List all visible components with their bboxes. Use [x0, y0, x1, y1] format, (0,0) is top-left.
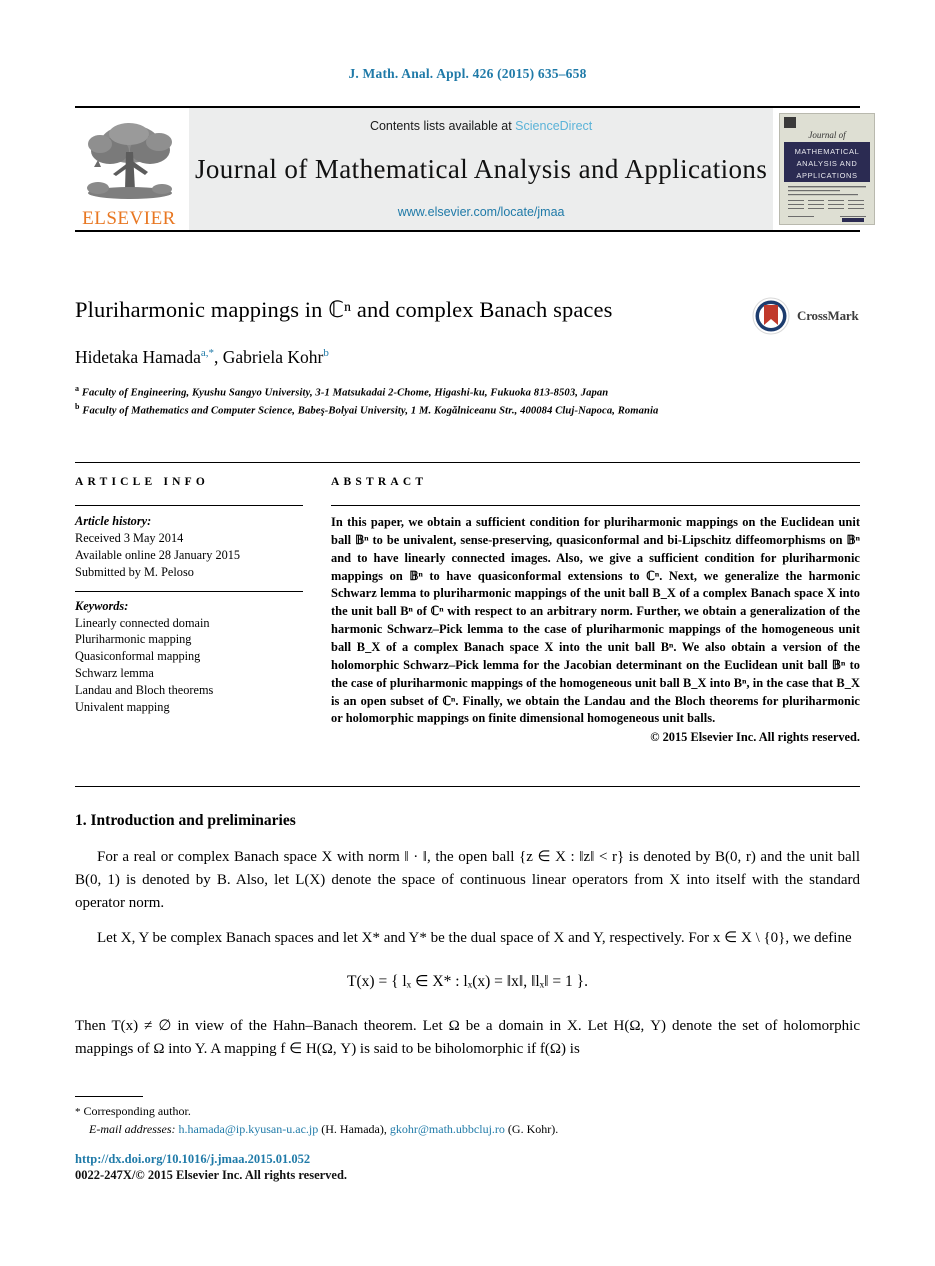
- divider: [75, 590, 303, 592]
- abstract-column: ABSTRACT In this paper, we obtain a suff…: [331, 476, 860, 745]
- contents-available-line: Contents lists available at ScienceDirec…: [370, 119, 592, 133]
- corresponding-author-text: Corresponding author.: [83, 1104, 191, 1118]
- title-block: Pluriharmonic mappings in ℂⁿ and complex…: [75, 296, 860, 419]
- asterisk-icon: *: [75, 1106, 81, 1118]
- paper-title: Pluriharmonic mappings in ℂⁿ and complex…: [75, 297, 613, 322]
- journal-masthead: ELSEVIER Contents lists available at Sci…: [75, 106, 876, 232]
- affiliation-text: Faculty of Mathematics and Computer Scie…: [82, 405, 659, 417]
- abstract-heading: ABSTRACT: [331, 476, 428, 488]
- svg-text:Journal of: Journal of: [809, 130, 848, 140]
- svg-text:ANALYSIS AND: ANALYSIS AND: [797, 159, 858, 168]
- corresponding-author-note: * Corresponding author.: [75, 1103, 860, 1121]
- author-separator: ,: [213, 347, 223, 368]
- keywords-block: Keywords: Linearly connected domain Plur…: [75, 599, 303, 716]
- issn-copyright-line: 0022-247X/© 2015 Elsevier Inc. All right…: [75, 1168, 348, 1182]
- affiliation-item: a Faculty of Engineering, Kyushu Sangyo …: [75, 383, 860, 401]
- author-affiliation-mark[interactable]: b: [323, 347, 329, 359]
- email-note: E-mail addresses: h.hamada@ip.kyusan-u.a…: [75, 1121, 860, 1138]
- info-abstract-bottom-divider: [75, 786, 860, 787]
- sciencedirect-link[interactable]: ScienceDirect: [515, 119, 592, 133]
- abstract-copyright: © 2015 Elsevier Inc. All rights reserved…: [650, 730, 860, 745]
- svg-text:APPLICATIONS: APPLICATIONS: [797, 171, 858, 180]
- author-name: Gabriela Kohr: [222, 347, 324, 368]
- keyword-item: Linearly connected domain: [75, 615, 210, 630]
- journal-cover-thumbnail[interactable]: Journal of MATHEMATICAL ANALYSIS AND APP…: [779, 113, 876, 225]
- elsevier-tree-icon: [87, 123, 172, 199]
- keyword-item: Schwarz lemma: [75, 666, 154, 681]
- author-affiliation-mark[interactable]: a,*: [201, 347, 214, 359]
- affiliation-item: b Faculty of Mathematics and Computer Sc…: [75, 401, 860, 419]
- crossmark-icon: [752, 297, 790, 335]
- body-paragraph: For a real or complex Banach space X wit…: [75, 849, 860, 911]
- elsevier-wordmark: ELSEVIER: [82, 208, 176, 229]
- article-history-title: Article history:: [75, 514, 152, 528]
- svg-text:MATHEMATICAL: MATHEMATICAL: [795, 147, 860, 156]
- body-paragraph: Then T(x) ≠ ∅ in view of the Hahn–Banach…: [75, 1018, 860, 1057]
- divider: [331, 505, 860, 506]
- author-name: Hidetaka Hamada: [75, 347, 201, 368]
- email-owner-hamada: (H. Hamada),: [321, 1121, 387, 1136]
- footnote-divider: [75, 1096, 143, 1097]
- elsevier-logo: ELSEVIER: [75, 108, 183, 230]
- keyword-item: Landau and Bloch theorems: [75, 682, 214, 697]
- display-equation: T(x) = { lₓ ∈ X* : lₓ(x) = ‖x‖, ‖lₓ‖ = 1…: [347, 973, 588, 991]
- email-label: E-mail addresses:: [89, 1121, 176, 1136]
- history-available-online: Available online 28 January 2015: [75, 547, 241, 562]
- contents-prefix: Contents lists available at: [369, 119, 516, 133]
- section-heading: 1. Introduction and preliminaries: [75, 812, 296, 829]
- history-received: Received 3 May 2014: [75, 531, 184, 545]
- history-submitted-by: Submitted by M. Peloso: [75, 564, 194, 579]
- journal-banner: Contents lists available at ScienceDirec…: [189, 108, 774, 230]
- email-link-hamada[interactable]: h.hamada@ip.kyusan-u.ac.jp: [179, 1122, 319, 1136]
- keywords-title: Keywords:: [75, 598, 129, 613]
- cover-art: Journal of MATHEMATICAL ANALYSIS AND APP…: [780, 114, 875, 224]
- affiliation-mark: a: [75, 383, 80, 393]
- keyword-item: Quasiconformal mapping: [75, 649, 201, 664]
- email-link-kohr[interactable]: gkohr@math.ubbcluj.ro: [390, 1122, 505, 1136]
- journal-title: Journal of Mathematical Analysis and App…: [195, 153, 768, 184]
- article-page: J. Math. Anal. Appl. 426 (2015) 635–658: [0, 0, 935, 1266]
- body-paragraph: Let X, Y be complex Banach spaces and le…: [97, 930, 852, 947]
- abstract-text: In this paper, we obtain a sufficient co…: [331, 515, 860, 726]
- keyword-item: Pluriharmonic mapping: [75, 632, 192, 647]
- affiliation-text: Faculty of Engineering, Kyushu Sangyo Un…: [81, 387, 609, 399]
- info-abstract-region: ARTICLE INFO Article history: Received 3…: [75, 462, 860, 745]
- article-info-column: ARTICLE INFO Article history: Received 3…: [75, 476, 303, 745]
- affiliation-mark: b: [75, 402, 80, 412]
- article-info-heading: ARTICLE INFO: [75, 476, 210, 488]
- crossmark-label: CrossMark: [797, 308, 859, 323]
- affiliation-list: a Faculty of Engineering, Kyushu Sangyo …: [75, 383, 860, 419]
- divider: [75, 505, 303, 506]
- author-list: Hidetaka Hamadaa,*, Gabriela Kohrb: [75, 346, 860, 369]
- keyword-item: Univalent mapping: [75, 699, 170, 714]
- journal-homepage-link[interactable]: www.elsevier.com/locate/jmaa: [398, 205, 565, 219]
- running-head: J. Math. Anal. Appl. 426 (2015) 635–658: [348, 66, 587, 81]
- page-footnotes: * Corresponding author. E-mail addresses…: [75, 1096, 860, 1138]
- email-owner-kohr: (G. Kohr).: [507, 1121, 559, 1136]
- crossmark-badge[interactable]: CrossMark: [751, 294, 863, 338]
- doi-link[interactable]: http://dx.doi.org/10.1016/j.jmaa.2015.01…: [75, 1152, 310, 1167]
- body-section: 1. Introduction and preliminaries For a …: [75, 812, 860, 1074]
